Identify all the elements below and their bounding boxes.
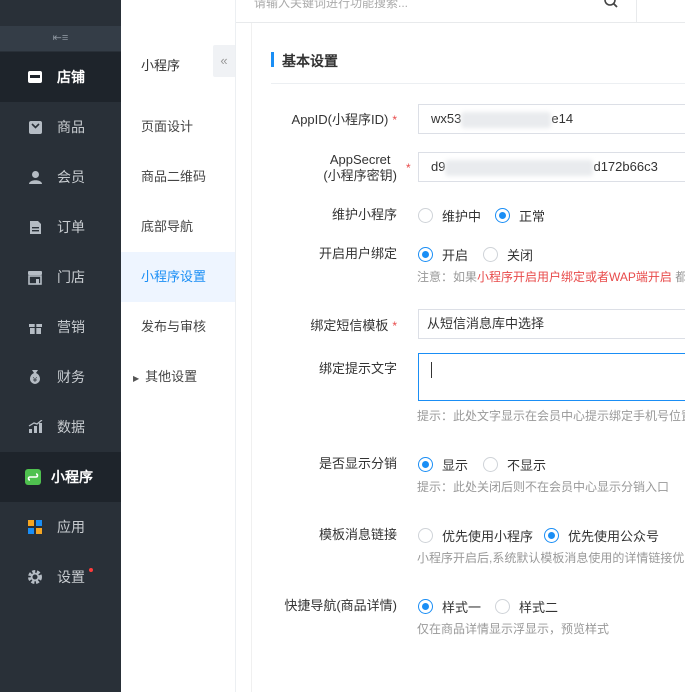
nav-item-label: 营销	[57, 319, 85, 335]
template-link-label: 模板消息链接	[318, 527, 397, 542]
sidebar-logo-area	[0, 0, 121, 26]
appid-input[interactable]: wx53 e14	[418, 104, 685, 134]
nav-item-label: 设置	[57, 569, 85, 585]
subnav-item-other-settings[interactable]: ▶ 其他设置	[121, 352, 235, 402]
sms-template-label: 绑定短信模板 *	[310, 318, 397, 333]
svg-text:¥: ¥	[33, 376, 38, 384]
settings-panel: 基本设置 AppID(小程序ID) * wx53 e14 AppSecret (小程序…	[251, 23, 685, 692]
nav-item-label: 订单	[57, 219, 85, 235]
bind-text-hint: 提示：此处文字显示在会员中心提示绑定手机号位置	[417, 409, 685, 423]
gear-icon	[27, 569, 43, 585]
radio-circle-checked	[544, 528, 559, 543]
search-icon[interactable]	[604, 0, 618, 11]
order-icon	[27, 219, 43, 235]
radio-maintaining[interactable]: 维护中	[418, 206, 481, 225]
redacted-mask	[461, 111, 552, 128]
gift-icon	[27, 319, 43, 335]
nav-item-marketing[interactable]: 营销	[0, 302, 121, 352]
notification-dot	[89, 568, 93, 572]
nav-item-member[interactable]: 会员	[0, 152, 121, 202]
subnav-item-publish-review[interactable]: 发布与审核	[121, 302, 235, 352]
bind-text-textarea[interactable]	[418, 353, 685, 401]
required-mark: *	[406, 161, 411, 175]
radio-circle	[483, 457, 498, 472]
radio-circle	[483, 247, 498, 262]
radio-hide[interactable]: 不显示	[483, 455, 546, 474]
nav-item-apps[interactable]: 应用	[0, 502, 121, 552]
nav-item-label: 财务	[57, 369, 85, 385]
subnav-item-miniprogram-settings[interactable]: 小程序设置	[121, 252, 235, 302]
appsecret-input[interactable]: d9 d172b66c3	[418, 152, 685, 182]
redacted-mask	[445, 159, 594, 176]
bind-text-label: 绑定提示文字	[318, 361, 397, 376]
section-divider	[271, 83, 685, 84]
show-distribution-hint: 提示：此处关闭后则不在会员中心显示分销入口	[417, 480, 670, 494]
radio-circle-checked	[418, 599, 433, 614]
nav-item-label: 商品	[57, 119, 85, 135]
nav-item-label: 店铺	[57, 69, 85, 85]
nav-item-shop[interactable]: 店铺	[0, 52, 121, 102]
shop-icon	[27, 69, 43, 85]
topbar-divider	[636, 0, 637, 23]
subnav-item-page-design[interactable]: 页面设计	[121, 102, 235, 152]
show-distribution-label: 是否显示分销	[318, 456, 397, 471]
radio-circle-checked	[495, 208, 510, 223]
nav-item-order[interactable]: 订单	[0, 202, 121, 252]
nav-item-label: 门店	[57, 269, 85, 285]
secondary-sidebar: 小程序 页面设计 商品二维码 底部导航 小程序设置 发布与审核 ▶ 其他设置	[121, 0, 236, 692]
radio-bind-on[interactable]: 开启	[418, 245, 468, 264]
nav-item-label: 数据	[57, 419, 85, 435]
nav-item-label: 应用	[57, 519, 85, 535]
subnav-item-goods-qrcode[interactable]: 商品二维码	[121, 152, 235, 202]
section-accent-bar	[271, 52, 274, 67]
template-link-hint: 小程序开启后,系统默认模板消息使用的详情链接优先	[417, 551, 685, 565]
text-caret	[431, 362, 432, 378]
subnav-item-bottom-nav[interactable]: 底部导航	[121, 202, 235, 252]
nav-item-miniprogram[interactable]: 小程序	[0, 452, 121, 502]
quick-nav-label: 快捷导航(商品详情)	[284, 598, 397, 613]
app-root: ⇤≡ 店铺 商品 会员 订单 门店 营销 ¥ 财务 数据 小程序 应用 设置 请…	[0, 0, 685, 692]
radio-circle	[495, 599, 510, 614]
store-icon	[27, 269, 43, 285]
quick-nav-hint: 仅在商品详情显示浮显示，预览样式	[417, 622, 610, 636]
radio-prefer-miniprogram[interactable]: 优先使用小程序	[418, 526, 533, 545]
radio-prefer-official-account[interactable]: 优先使用公众号	[544, 526, 659, 545]
section-title: 基本设置	[282, 53, 338, 69]
goods-icon	[27, 119, 43, 135]
radio-circle-checked	[418, 457, 433, 472]
search-input[interactable]: 请输入关键词进行功能搜索...	[254, 0, 584, 11]
radio-normal[interactable]: 正常	[495, 206, 545, 225]
apps-icon	[27, 519, 43, 535]
radio-style-two[interactable]: 样式二	[495, 597, 558, 616]
sms-template-select[interactable]: 从短信消息库中选择	[418, 309, 685, 339]
miniprogram-icon	[25, 469, 41, 485]
nav-item-settings[interactable]: 设置	[0, 552, 121, 602]
secondary-sidebar-collapse-button[interactable]: «	[213, 45, 235, 77]
nav-item-label: 会员	[57, 169, 85, 185]
subnav-item-label: 其他设置	[145, 369, 198, 384]
sidebar-collapse-toggle[interactable]: ⇤≡	[0, 26, 121, 51]
radio-circle-checked	[418, 247, 433, 262]
appsecret-label: AppSecret (小程序密钥)	[323, 152, 397, 183]
radio-show[interactable]: 显示	[418, 455, 468, 474]
bind-user-hint: 注意：如果小程序开启用户绑定或者WAP端开启 都	[417, 270, 685, 284]
nav-item-finance[interactable]: ¥ 财务	[0, 352, 121, 402]
finance-icon: ¥	[27, 369, 43, 385]
appid-label: AppID(小程序ID) *	[291, 112, 397, 127]
nav-item-store[interactable]: 门店	[0, 252, 121, 302]
main-sidebar: ⇤≡ 店铺 商品 会员 订单 门店 营销 ¥ 财务 数据 小程序 应用 设置	[0, 0, 121, 692]
nav-item-goods[interactable]: 商品	[0, 102, 121, 152]
radio-circle	[418, 208, 433, 223]
maintain-label: 维护小程序	[331, 207, 397, 222]
caret-right-icon: ▶	[133, 374, 140, 383]
nav-item-data[interactable]: 数据	[0, 402, 121, 452]
bind-user-label: 开启用户绑定	[318, 246, 397, 261]
radio-circle	[418, 528, 433, 543]
member-icon	[27, 169, 43, 185]
radio-bind-off[interactable]: 关闭	[483, 245, 533, 264]
chart-icon	[27, 419, 43, 435]
nav-item-label: 小程序	[51, 469, 93, 485]
radio-style-one[interactable]: 样式一	[418, 597, 481, 616]
secondary-sidebar-title: 小程序	[141, 58, 181, 73]
